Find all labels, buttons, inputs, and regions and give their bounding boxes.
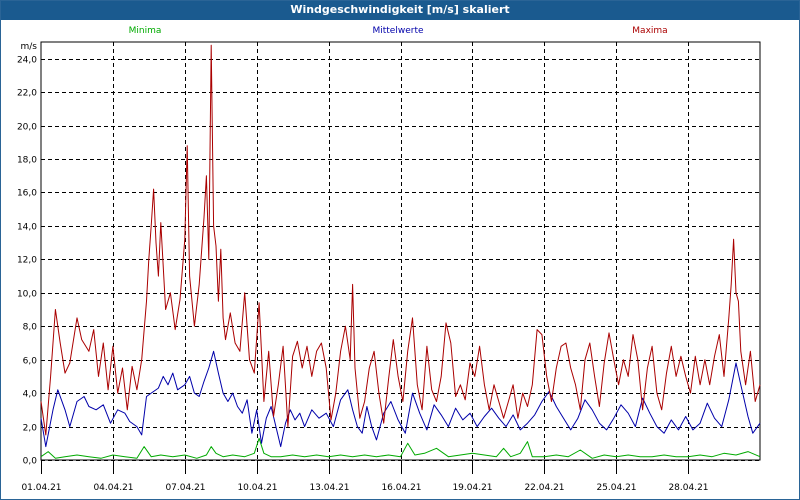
y-axis-label: m/s xyxy=(21,42,38,52)
legend-label-minima: Minima xyxy=(129,26,162,36)
y-tick-label: 4,0 xyxy=(23,390,38,400)
wind-speed-chart: 0,0 2,0 4,0 6,0 8,0 10,0 12,0 14,0 16,0 18,0 20,0 2… xyxy=(17,26,761,493)
y-tick-label: 18,0 xyxy=(17,156,37,166)
legend-label-mittelwerte: Mittelwerte xyxy=(372,26,423,36)
y-tick-label: 14,0 xyxy=(17,223,37,233)
x-tick-label: 16.04.21 xyxy=(381,483,421,493)
x-tick-label: 28.04.21 xyxy=(668,483,708,493)
x-tick-label: 13.04.21 xyxy=(309,483,349,493)
x-tick-label: 01.04.21 xyxy=(21,483,61,493)
y-tick-label: 8,0 xyxy=(23,323,38,333)
chart-window: Windgeschwindigkeit [m/s] skaliert 0,0 2,… xyxy=(0,0,800,500)
y-tick-label: 6,0 xyxy=(23,357,38,367)
y-tick-label: 2,0 xyxy=(23,424,38,434)
window-title: Windgeschwindigkeit [m/s] skaliert xyxy=(0,0,800,20)
y-tick-label: 22,0 xyxy=(17,89,37,99)
x-tick-label: 04.04.21 xyxy=(93,483,133,493)
y-tick-label: 12,0 xyxy=(17,256,37,266)
y-tick-label: 0,0 xyxy=(23,457,38,467)
legend-label-maxima: Maxima xyxy=(632,26,667,36)
x-tick-label: 22.04.21 xyxy=(524,483,564,493)
x-tick-label: 07.04.21 xyxy=(165,483,205,493)
y-tick-label: 24,0 xyxy=(17,56,37,66)
chart-area: 0,0 2,0 4,0 6,0 8,0 10,0 12,0 14,0 16,0 18,0 20,0 2… xyxy=(0,20,800,500)
y-tick-label: 16,0 xyxy=(17,189,37,199)
x-tick-label: 10.04.21 xyxy=(237,483,277,493)
plot-frame xyxy=(40,41,761,461)
x-tick-label: 19.04.21 xyxy=(452,483,492,493)
y-tick-label: 10,0 xyxy=(17,290,37,300)
x-tick-label: 25.04.21 xyxy=(596,483,636,493)
y-tick-label: 20,0 xyxy=(17,123,37,133)
